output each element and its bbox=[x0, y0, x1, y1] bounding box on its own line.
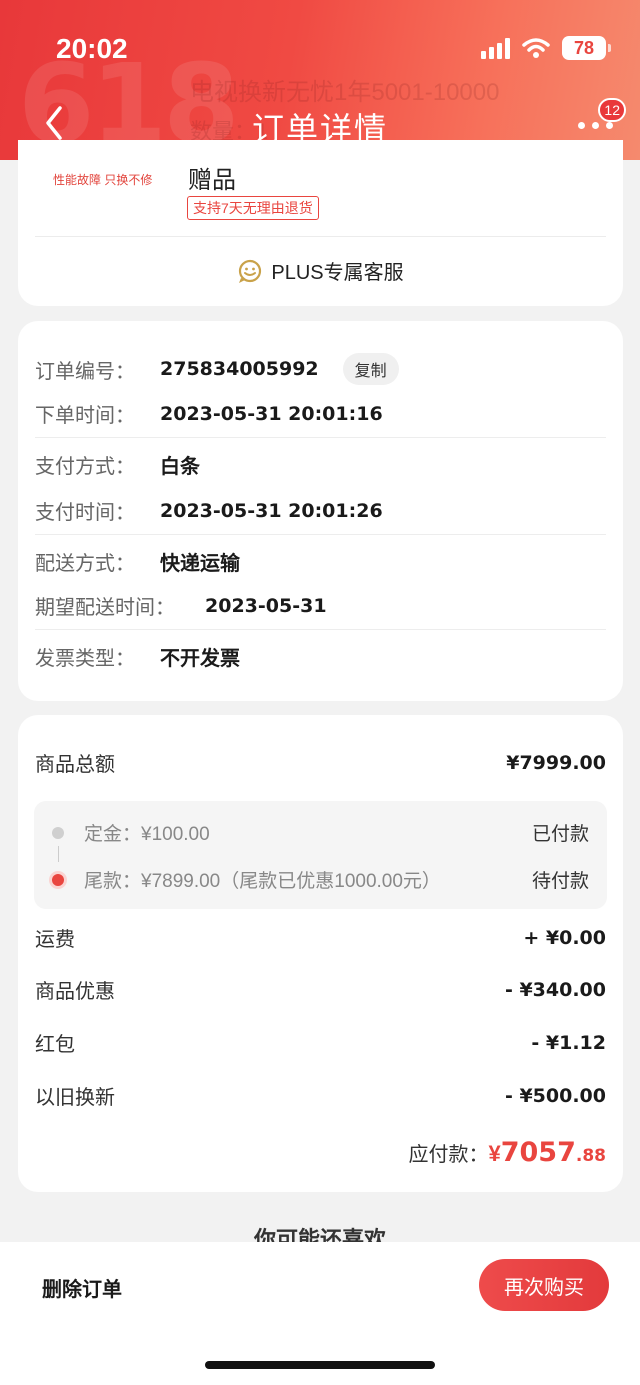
payment-time-label: 支付时间： bbox=[35, 502, 135, 524]
deposit-dot-icon bbox=[52, 826, 64, 839]
more-dot-icon bbox=[592, 122, 599, 129]
header: 618 电视换新无忧1年5001-10000 数量：1 20:02 78 订单详… bbox=[0, 0, 640, 160]
payable-amount-decimal: .88 bbox=[575, 1146, 606, 1166]
payment-method-row: 支付方式： 白条 bbox=[35, 450, 606, 479]
trade-in-label: 以旧换新 bbox=[35, 1087, 115, 1109]
payment-time-row: 支付时间： 2023-05-31 20:01:26 bbox=[35, 496, 606, 525]
recommend-section-title: 你可能还喜欢 bbox=[253, 1227, 386, 1242]
customer-service-label: PLUS专属客服 bbox=[271, 262, 404, 284]
shipping-fee-value: + ¥0.00 bbox=[523, 926, 606, 949]
goods-total-value: ¥7999.00 bbox=[506, 751, 606, 774]
order-time-value: 2023-05-31 20:01:16 bbox=[160, 402, 383, 425]
status-time: 20:02 bbox=[56, 33, 128, 64]
order-time-label: 下单时间： bbox=[35, 405, 135, 427]
order-number-label: 订单编号： bbox=[35, 360, 135, 383]
scrolled-product-name: 电视换新无忧1年5001-10000 bbox=[190, 79, 500, 106]
trade-in-row: 以旧换新 - ¥500.00 bbox=[35, 1081, 606, 1110]
more-dot-icon bbox=[578, 122, 585, 129]
customer-service-icon bbox=[239, 259, 262, 283]
shipping-fee-row: 运费 + ¥0.00 bbox=[35, 923, 606, 952]
expected-delivery-value: 2023-05-31 bbox=[205, 594, 327, 617]
payment-method-value: 白条 bbox=[160, 456, 200, 478]
order-number-row: 订单编号： 275834005992 复制 bbox=[35, 353, 606, 385]
price-summary-card: 商品总额 ¥7999.00 定金：¥100.00 已付款 尾款：¥7899.00… bbox=[18, 715, 623, 1192]
payable-currency: ¥ bbox=[488, 1141, 501, 1166]
order-number-value: 275834005992 bbox=[160, 358, 319, 380]
trade-in-value: - ¥500.00 bbox=[504, 1084, 606, 1107]
deposit-status: 已付款 bbox=[531, 824, 589, 845]
payment-method-label: 支付方式： bbox=[35, 456, 135, 478]
goods-total-label: 商品总额 bbox=[35, 754, 115, 776]
payable-total: 应付款： ¥ 7057 .88 bbox=[408, 1137, 606, 1168]
home-indicator[interactable] bbox=[205, 1361, 435, 1369]
signal-icon bbox=[481, 37, 510, 59]
goods-discount-row: 商品优惠 - ¥340.00 bbox=[35, 975, 606, 1004]
payable-label: 应付款： bbox=[408, 1144, 489, 1166]
message-count-badge: 12 bbox=[598, 98, 626, 122]
product-card: 性能故障 只换不修 赠品 支持7天无理由退货 PLUS专属客服 bbox=[18, 140, 623, 306]
plus-customer-service-button[interactable]: PLUS专属客服 bbox=[18, 256, 623, 285]
gift-label: 赠品 bbox=[188, 167, 236, 194]
invoice-type-row: 发票类型： 不开发票 bbox=[35, 642, 606, 671]
buy-again-button[interactable]: 再次购买 bbox=[479, 1259, 609, 1311]
divider bbox=[35, 534, 606, 535]
goods-discount-value: - ¥340.00 bbox=[504, 978, 606, 1001]
red-packet-value: - ¥1.12 bbox=[531, 1031, 606, 1054]
expected-delivery-row: 期望配送时间： 2023-05-31 bbox=[35, 591, 606, 620]
divider bbox=[35, 629, 606, 630]
copy-button[interactable]: 复制 bbox=[342, 353, 399, 385]
presale-payment-box: 定金：¥100.00 已付款 尾款：¥7899.00（尾款已优惠1000.00元… bbox=[34, 801, 607, 909]
divider bbox=[35, 437, 606, 438]
balance-row: 尾款：¥7899.00（尾款已优惠1000.00元） 待付款 bbox=[52, 866, 589, 893]
goods-discount-label: 商品优惠 bbox=[35, 981, 115, 1003]
delivery-method-value: 快递运输 bbox=[160, 553, 240, 575]
balance-text: 尾款：¥7899.00（尾款已优惠1000.00元） bbox=[84, 871, 441, 892]
payment-time-value: 2023-05-31 20:01:26 bbox=[160, 499, 383, 522]
deposit-text: 定金：¥100.00 bbox=[84, 824, 210, 845]
payable-amount-integer: 7057 bbox=[500, 1137, 576, 1168]
delivery-method-row: 配送方式： 快递运输 bbox=[35, 547, 606, 576]
more-dot-icon bbox=[606, 122, 613, 129]
red-packet-label: 红包 bbox=[35, 1034, 75, 1056]
timeline-connector bbox=[58, 846, 59, 862]
delete-order-button[interactable]: 删除订单 bbox=[42, 1273, 122, 1302]
delivery-method-label: 配送方式： bbox=[35, 553, 135, 575]
deposit-row: 定金：¥100.00 已付款 bbox=[52, 819, 589, 846]
divider bbox=[35, 236, 606, 237]
balance-dot-icon bbox=[52, 873, 64, 886]
order-time-row: 下单时间： 2023-05-31 20:01:16 bbox=[35, 399, 606, 428]
battery-icon: 78 bbox=[562, 36, 611, 60]
invoice-type-label: 发票类型： bbox=[35, 648, 135, 670]
status-icons: 78 bbox=[481, 36, 611, 60]
wifi-icon bbox=[522, 38, 550, 58]
service-tag: 性能故障 只换不修 bbox=[53, 173, 153, 187]
return-policy-tag: 支持7天无理由退货 bbox=[187, 196, 319, 220]
balance-status: 待付款 bbox=[531, 871, 589, 892]
goods-total-row: 商品总额 ¥7999.00 bbox=[35, 748, 606, 777]
expected-delivery-label: 期望配送时间： bbox=[35, 597, 175, 619]
order-info-card: 订单编号： 275834005992 复制 下单时间： 2023-05-31 2… bbox=[18, 321, 623, 701]
invoice-type-value: 不开发票 bbox=[160, 648, 240, 670]
red-packet-row: 红包 - ¥1.12 bbox=[35, 1028, 606, 1057]
shipping-fee-label: 运费 bbox=[35, 929, 75, 951]
